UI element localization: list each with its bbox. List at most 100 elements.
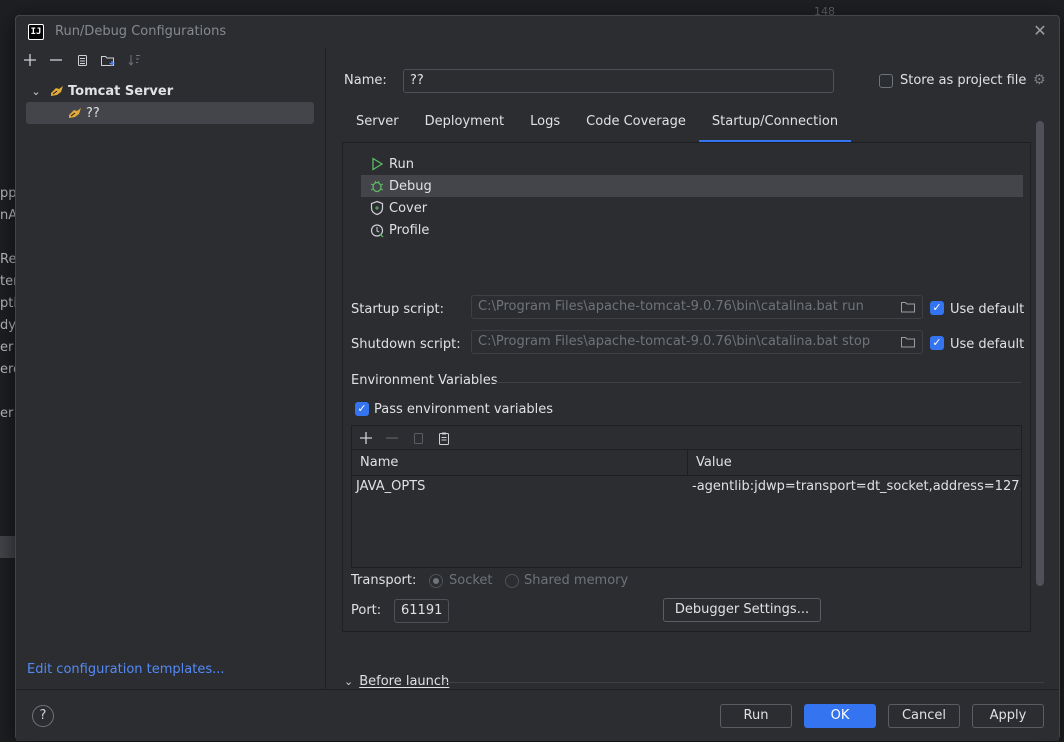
section-divider (444, 682, 1044, 683)
tree-group-tomcat[interactable]: ⌄ Tomcat Server (26, 80, 314, 102)
launch-mode-label: Cover (389, 200, 428, 216)
run-button[interactable]: Run (720, 704, 792, 728)
remove-icon[interactable] (46, 50, 66, 70)
shutdown-script-field: C:\Program Files\apache-tomcat-9.0.76\bi… (471, 330, 923, 354)
shutdown-script-label: Shutdown script: (351, 337, 461, 352)
background-text: ter (0, 274, 15, 289)
launch-mode-label: Debug (389, 178, 432, 194)
add-icon[interactable] (20, 50, 40, 70)
port-label: Port: (351, 603, 382, 618)
launch-mode-label: Run (389, 156, 414, 172)
tab-startup-connection[interactable]: Startup/Connection (698, 102, 852, 143)
startup-script-value: C:\Program Files\apache-tomcat-9.0.76\bi… (478, 299, 864, 314)
startup-connection-panel: Run Debug Cover Profile Startup script: (342, 142, 1031, 632)
shutdown-use-default-checkbox[interactable]: ✓ (930, 336, 944, 350)
chevron-down-icon[interactable]: ⌄ (28, 85, 44, 98)
transport-socket-label: Socket (449, 573, 493, 588)
close-icon[interactable]: ✕ (1031, 22, 1049, 40)
run-debug-dialog: IJ Run/Debug Configurations ✕ ⌄ Tomcat S… (15, 15, 1060, 741)
launch-mode-cover[interactable]: Cover (361, 197, 1023, 219)
startup-use-default-label: Use default (950, 302, 1025, 317)
gear-icon[interactable]: ⚙ (1033, 72, 1046, 88)
launch-mode-run[interactable]: Run (361, 153, 1023, 175)
env-vars-table: Name Value JAVA_OPTS -agentlib:jdwp=tran… (351, 425, 1022, 568)
tree-item-label: ?? (86, 105, 100, 121)
configuration-editor: Name: ?? Store as project file ⚙ Server … (327, 48, 1060, 689)
tab-server[interactable]: Server (343, 102, 412, 142)
launch-mode-label: Profile (389, 222, 430, 238)
tomcat-icon (69, 108, 81, 118)
tree-group-label: Tomcat Server (68, 83, 174, 99)
store-as-project-label: Store as project file (900, 73, 1027, 88)
env-var-value: -agentlib:jdwp=transport=dt_socket,addre… (692, 479, 1021, 494)
name-label: Name: (344, 73, 387, 88)
startup-use-default-checkbox[interactable]: ✓ (930, 301, 944, 315)
tab-code-coverage[interactable]: Code Coverage (573, 102, 699, 142)
new-folder-icon[interactable] (98, 50, 118, 70)
debug-icon (370, 180, 384, 193)
cover-icon (370, 200, 384, 216)
env-section-title: Environment Variables (351, 373, 498, 388)
background-text: Re (0, 252, 15, 267)
chevron-down-icon: ⌄ (344, 675, 354, 688)
add-icon[interactable] (356, 428, 376, 448)
debugger-settings-button[interactable]: Debugger Settings... (663, 598, 821, 622)
edit-templates-link[interactable]: Edit configuration templates... (27, 662, 225, 677)
column-header-value[interactable]: Value (688, 450, 1021, 475)
dialog-footer: ? Run OK Cancel Apply (16, 689, 1059, 741)
env-toolbar (352, 426, 1021, 450)
background-text: dy (0, 318, 15, 333)
intellij-icon: IJ (28, 24, 44, 40)
background-text: nA (0, 208, 15, 223)
sort-icon[interactable] (124, 50, 144, 70)
profile-icon (370, 224, 384, 238)
title-bar: IJ Run/Debug Configurations ✕ (16, 16, 1059, 48)
background-selection (0, 536, 15, 558)
copy-icon[interactable] (408, 428, 428, 448)
name-input[interactable]: ?? (403, 69, 834, 93)
section-divider (493, 382, 1021, 383)
port-input[interactable]: 61191 (394, 599, 449, 623)
tree-item-config[interactable]: ?? (26, 102, 314, 124)
help-button[interactable]: ? (32, 705, 54, 727)
launch-mode-debug[interactable]: Debug (361, 175, 1023, 197)
background-editor: 148 (400, 0, 1064, 18)
apply-button[interactable]: Apply (972, 704, 1044, 728)
transport-label: Transport: (351, 573, 417, 588)
transport-socket-radio[interactable] (429, 574, 443, 588)
configuration-tree: ⌄ Tomcat Server ?? (26, 80, 314, 124)
table-row[interactable]: JAVA_OPTS -agentlib:jdwp=transport=dt_so… (352, 476, 1021, 498)
transport-shared-memory-label: Shared memory (524, 573, 629, 588)
cancel-button[interactable]: Cancel (888, 704, 960, 728)
before-launch-header[interactable]: ⌄ Before launch (344, 674, 449, 689)
pass-env-label: Pass environment variables (374, 402, 554, 417)
run-icon (372, 157, 384, 171)
ok-button[interactable]: OK (804, 704, 876, 728)
launch-mode-profile[interactable]: Profile (361, 219, 1023, 241)
copy-icon[interactable] (72, 50, 92, 70)
env-var-name: JAVA_OPTS (356, 479, 426, 494)
tab-deployment[interactable]: Deployment (412, 102, 518, 142)
tree-toolbar (20, 50, 144, 74)
startup-script-label: Startup script: (351, 302, 444, 317)
scrollbar[interactable] (1036, 121, 1044, 586)
shutdown-use-default-label: Use default (950, 337, 1025, 352)
paste-icon[interactable] (434, 428, 454, 448)
folder-icon[interactable] (900, 300, 916, 314)
background-text: erc (0, 362, 15, 377)
background-text: pti (0, 296, 15, 311)
store-as-project-checkbox[interactable] (879, 74, 893, 88)
background-text: er (0, 406, 14, 421)
transport-shared-memory-radio[interactable] (505, 574, 519, 588)
configurations-panel: ⌄ Tomcat Server ?? Edit configuration te… (16, 48, 326, 689)
column-header-name[interactable]: Name (352, 450, 688, 475)
tab-bar: Server Deployment Logs Code Coverage Sta… (343, 102, 852, 143)
folder-icon[interactable] (900, 335, 916, 349)
tab-logs[interactable]: Logs (517, 102, 573, 142)
tomcat-icon (51, 86, 63, 96)
background-text: pp (0, 186, 15, 201)
shutdown-script-value: C:\Program Files\apache-tomcat-9.0.76\bi… (478, 334, 871, 349)
dialog-title: Run/Debug Configurations (55, 24, 227, 39)
pass-env-checkbox[interactable]: ✓ (355, 402, 369, 416)
remove-icon[interactable] (382, 428, 402, 448)
